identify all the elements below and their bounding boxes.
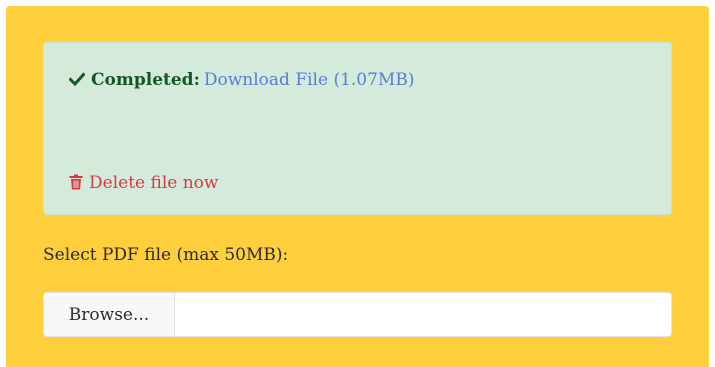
pdf-file-input[interactable]: Browse... <box>43 292 672 337</box>
completed-label: Completed: <box>91 70 200 90</box>
result-alert: Completed: Download File (1.07MB) Delete … <box>43 42 672 215</box>
check-icon <box>68 71 86 87</box>
select-file-label: Select PDF file (max 50MB): <box>43 245 289 265</box>
file-name-field[interactable] <box>175 293 671 336</box>
delete-file-link[interactable]: Delete file now <box>69 172 218 194</box>
delete-file-label: Delete file now <box>89 173 219 193</box>
download-file-link[interactable]: Download File (1.07MB) <box>204 70 415 90</box>
upload-panel: Completed: Download File (1.07MB) Delete … <box>6 6 709 367</box>
browse-button[interactable]: Browse... <box>44 293 175 336</box>
trash-icon <box>69 174 83 190</box>
status-line: Completed: Download File (1.07MB) <box>68 69 415 91</box>
